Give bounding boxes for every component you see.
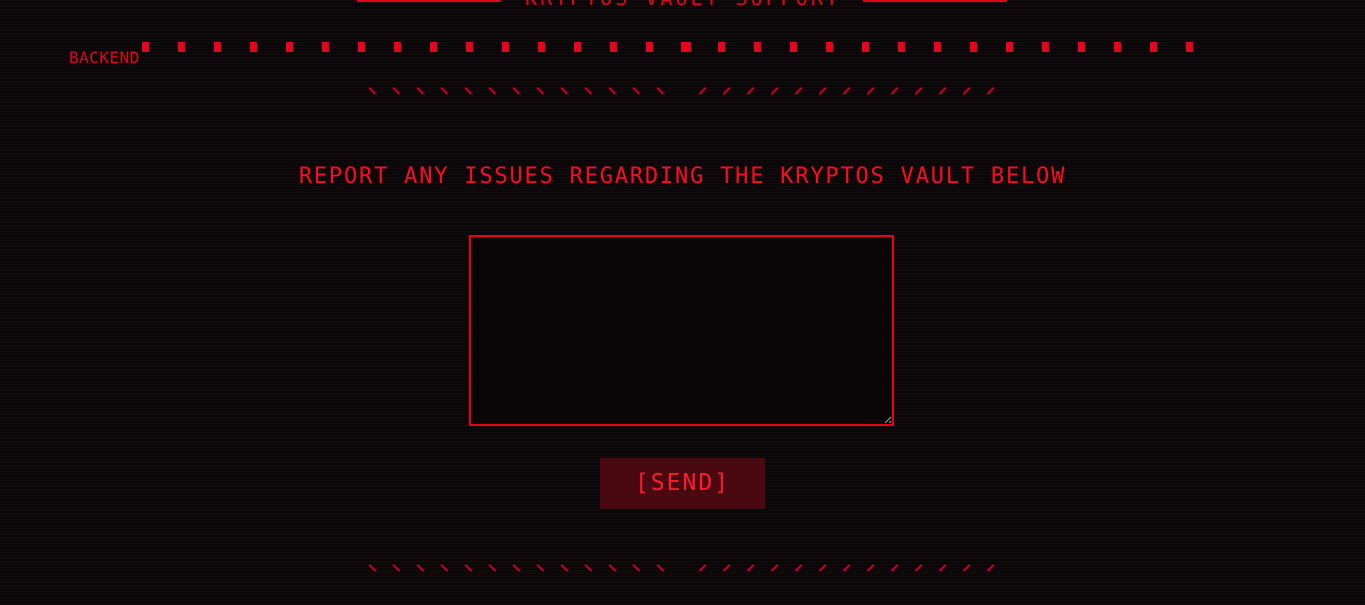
divider-slash (890, 564, 899, 572)
divider-slash (488, 564, 497, 572)
progress-dot (250, 42, 257, 52)
progress-dot (1078, 42, 1085, 52)
divider-slash (698, 87, 707, 95)
divider-slash (770, 564, 779, 572)
divider-slash (608, 564, 617, 572)
progress-dot (826, 42, 833, 52)
progress-dot (862, 42, 869, 52)
progress-dot (502, 42, 509, 52)
progress-dot (430, 42, 437, 52)
divider-slash (866, 87, 875, 95)
divider-slash (632, 564, 641, 572)
divider-slash (560, 564, 569, 572)
progress-dot (681, 42, 691, 52)
divider-slash (488, 87, 497, 95)
progress-dot (754, 42, 761, 52)
backend-label: BACKEND (69, 48, 140, 67)
divider-slash (584, 564, 593, 572)
divider-slash (914, 564, 923, 572)
divider-slash (962, 564, 971, 572)
progress-dot (898, 42, 905, 52)
divider-slash (938, 564, 947, 572)
divider-slash (368, 87, 377, 95)
progress-dot (934, 42, 941, 52)
divider-slash (698, 564, 707, 572)
divider-slash (464, 564, 473, 572)
divider-slash (794, 87, 803, 95)
divider-slash (746, 564, 755, 572)
divider-slash (512, 564, 521, 572)
progress-dot (970, 42, 977, 52)
divider-slash (722, 87, 731, 95)
progress-dot (1186, 42, 1193, 52)
progress-dot (1042, 42, 1049, 52)
progress-dot (538, 42, 545, 52)
divider-slash (416, 564, 425, 572)
progress-dot (466, 42, 473, 52)
report-headline: REPORT ANY ISSUES REGARDING THE KRYPTOS … (298, 164, 1067, 189)
progress-dot (610, 42, 617, 52)
divider-slash (608, 87, 617, 95)
divider-slash (632, 87, 641, 95)
divider-slash (368, 564, 377, 572)
divider-slash (938, 87, 947, 95)
divider-slash (536, 87, 545, 95)
progress-dot (1150, 42, 1157, 52)
divider-slash (842, 564, 851, 572)
divider-slash (722, 564, 731, 572)
divider-slash (914, 87, 923, 95)
divider-slash (656, 564, 665, 572)
divider-slash (986, 87, 995, 95)
divider-slash (746, 87, 755, 95)
header: KRYPTOS VAULT SUPPORT (0, 0, 1365, 10)
title-rule-left (357, 0, 501, 2)
divider-slash (464, 87, 473, 95)
divider-slash (392, 87, 401, 95)
progress-dot (1006, 42, 1013, 52)
divider-slash (818, 87, 827, 95)
progress-dot (358, 42, 365, 52)
divider-slash (656, 87, 665, 95)
progress-dot (142, 42, 149, 52)
progress-dot (790, 42, 797, 52)
divider-slash (890, 87, 899, 95)
page-title: KRYPTOS VAULT SUPPORT (520, 0, 846, 10)
report-textarea[interactable] (469, 235, 894, 426)
divider-slash (416, 87, 425, 95)
divider-top (368, 84, 998, 98)
divider-slash (560, 87, 569, 95)
progress-dot (646, 42, 653, 52)
divider-slash (986, 564, 995, 572)
title-rule-right (863, 0, 1007, 2)
divider-slash (440, 564, 449, 572)
divider-slash (536, 564, 545, 572)
progress-dot (214, 42, 221, 52)
backend-progress-track (142, 42, 1232, 54)
progress-dot (394, 42, 401, 52)
divider-slash (818, 564, 827, 572)
progress-dot (718, 42, 725, 52)
progress-dot (286, 42, 293, 52)
divider-slash (512, 87, 521, 95)
divider-slash (584, 87, 593, 95)
progress-dot (322, 42, 329, 52)
divider-slash (866, 564, 875, 572)
divider-bottom (368, 561, 998, 575)
send-button[interactable]: [SEND] (600, 458, 765, 509)
progress-dot (1114, 42, 1121, 52)
divider-slash (842, 87, 851, 95)
divider-slash (440, 87, 449, 95)
divider-slash (962, 87, 971, 95)
divider-slash (794, 564, 803, 572)
progress-dot (178, 42, 185, 52)
progress-dot (574, 42, 581, 52)
divider-slash (770, 87, 779, 95)
divider-slash (392, 564, 401, 572)
